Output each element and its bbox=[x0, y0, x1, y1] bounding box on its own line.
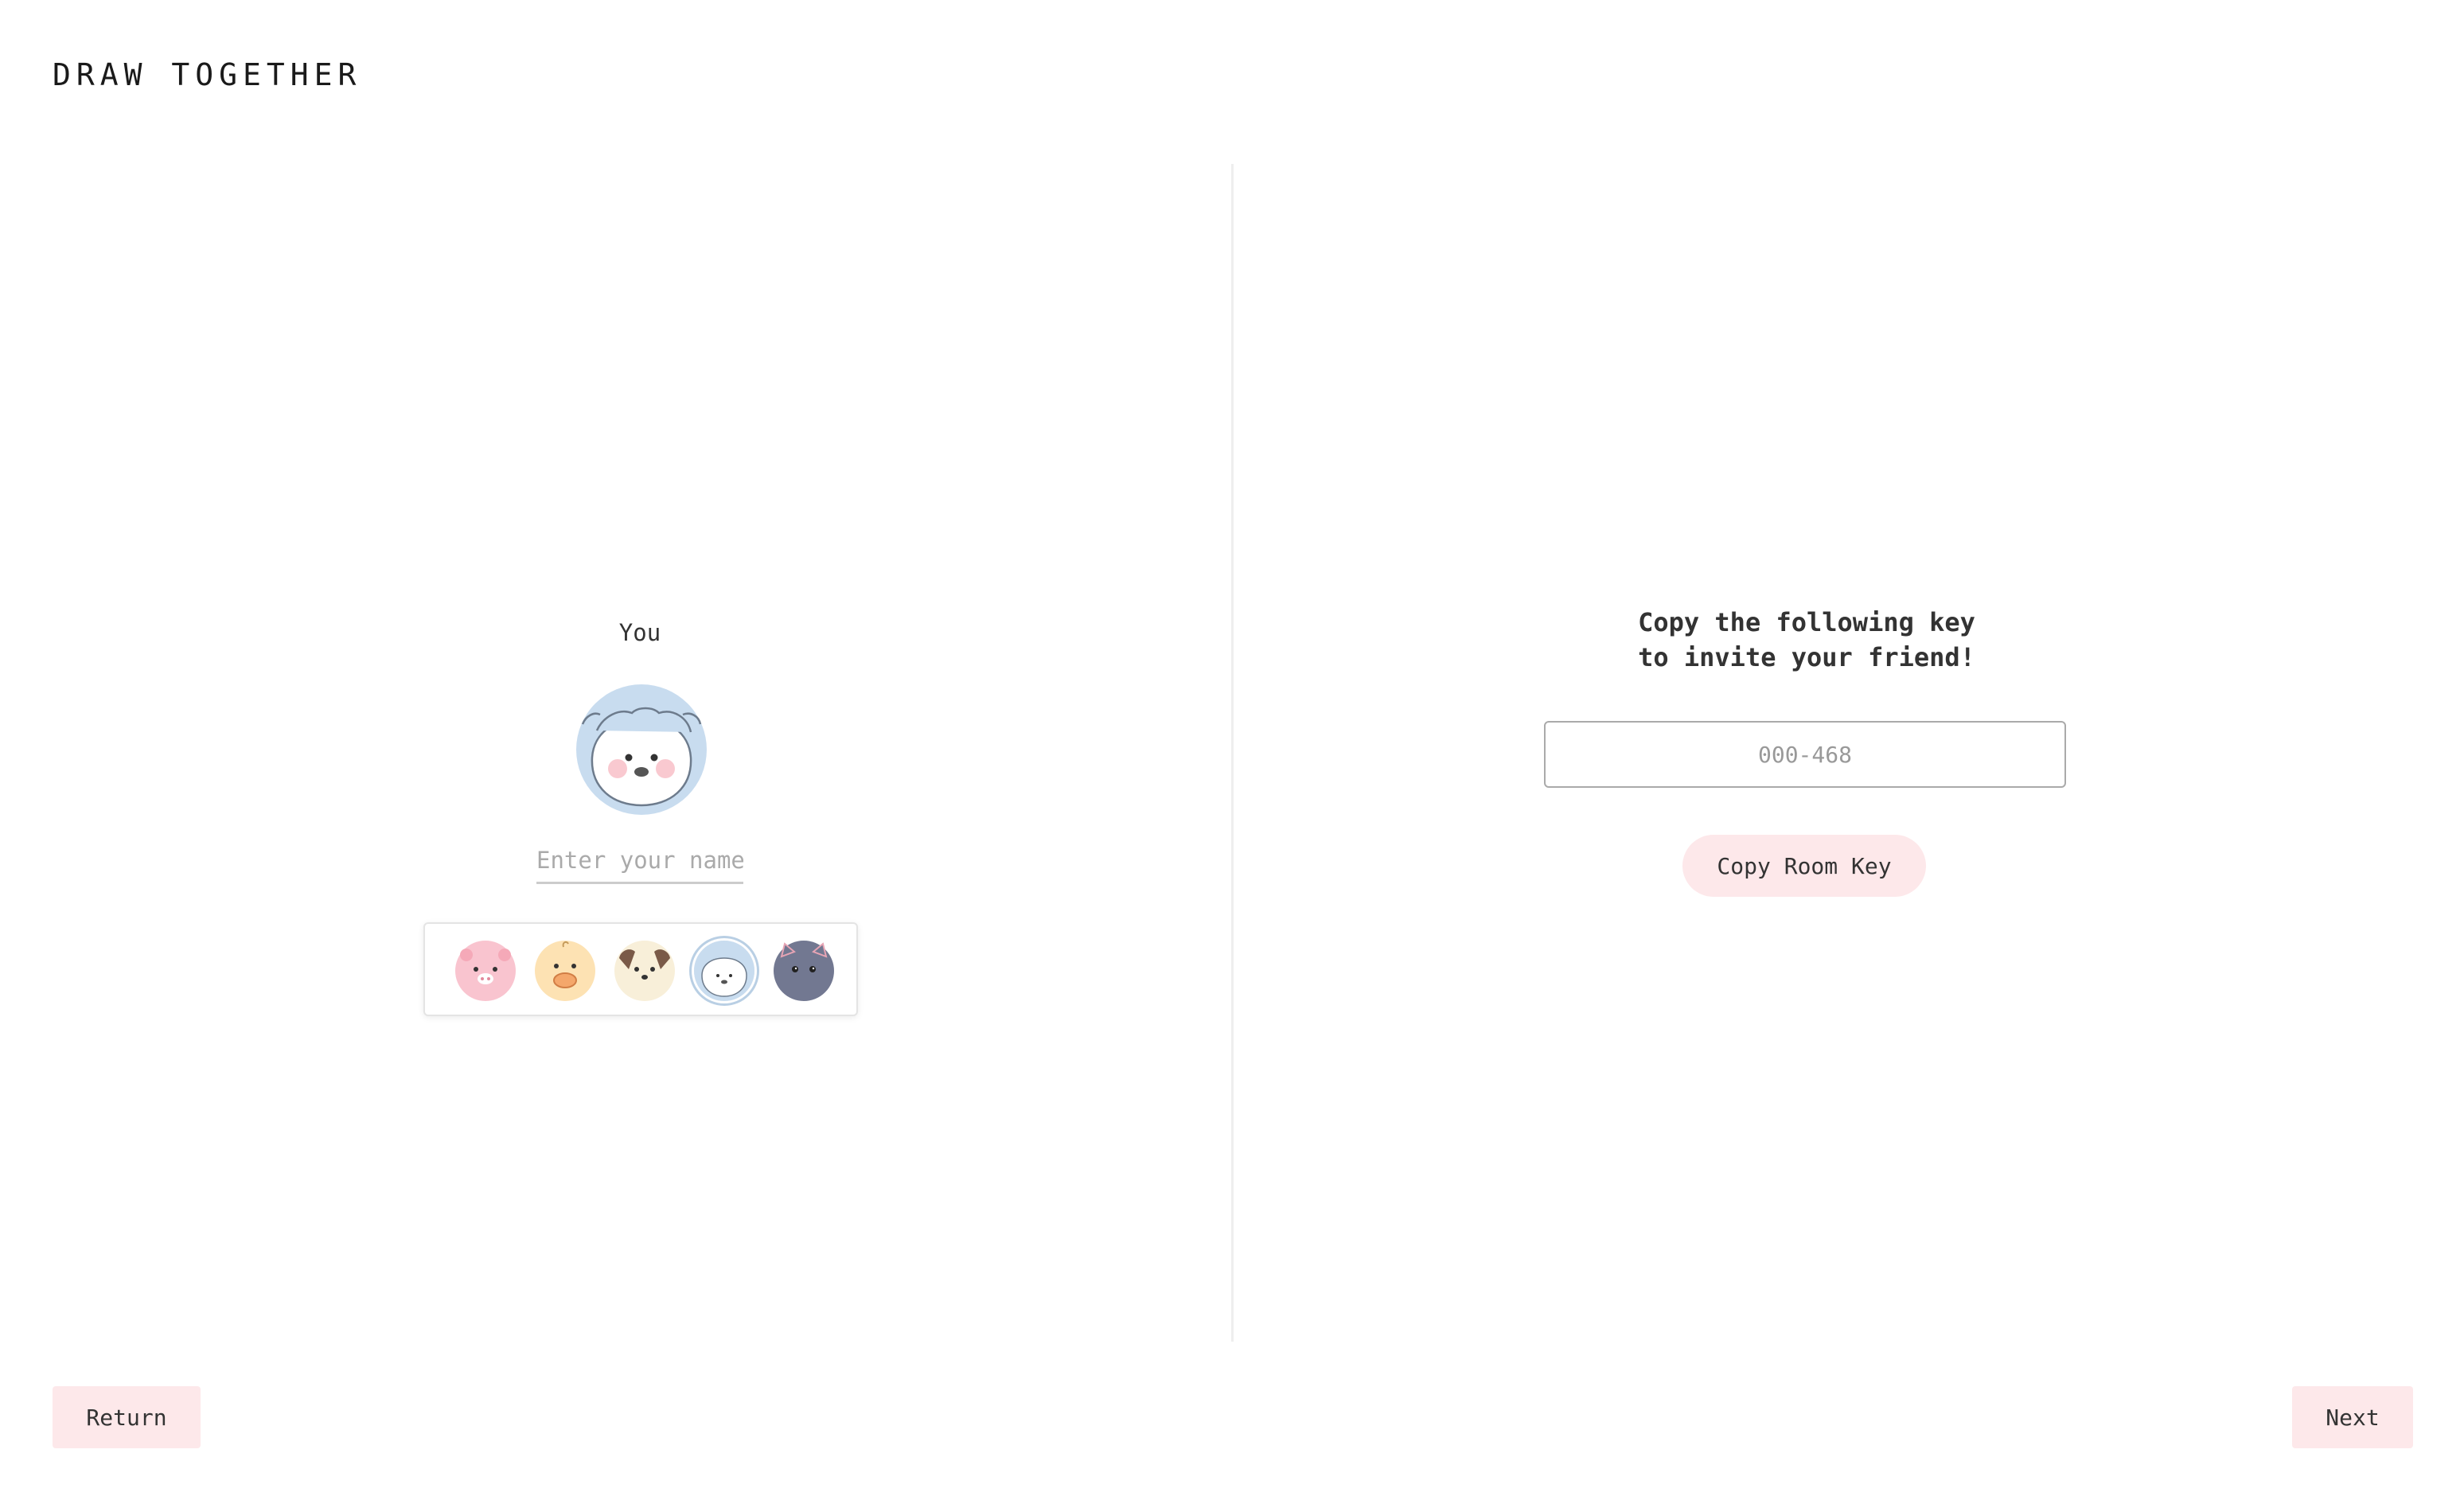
invite-heading-line1: Copy the following key bbox=[1638, 607, 1975, 637]
sheep-avatar-icon bbox=[694, 941, 754, 1001]
next-button[interactable]: Next bbox=[2292, 1386, 2413, 1448]
invite-heading-line2: to invite your friend! bbox=[1638, 642, 1975, 672]
puppy-avatar-icon bbox=[614, 941, 675, 1001]
panel-divider bbox=[1231, 164, 1234, 1342]
avatar-option-cat[interactable] bbox=[774, 941, 834, 1001]
chick-avatar-icon bbox=[535, 941, 595, 1001]
name-input[interactable] bbox=[536, 839, 743, 884]
avatar-option-sheep[interactable] bbox=[694, 941, 754, 1001]
copy-room-key-button[interactable]: Copy Room Key bbox=[1682, 835, 1926, 897]
pig-avatar-icon bbox=[455, 941, 516, 1001]
avatar-option-chick[interactable] bbox=[535, 941, 595, 1001]
avatar-option-puppy[interactable] bbox=[614, 941, 675, 1001]
invite-heading: Copy the following key to invite your fr… bbox=[1488, 605, 2125, 675]
cat-avatar-icon bbox=[774, 941, 834, 1001]
player-label: You bbox=[618, 619, 661, 646]
avatar-picker bbox=[423, 922, 858, 1016]
return-button[interactable]: Return bbox=[53, 1386, 201, 1448]
sheep-avatar-icon bbox=[576, 684, 707, 815]
room-key-field[interactable] bbox=[1544, 721, 2066, 788]
avatar-option-pig[interactable] bbox=[455, 941, 516, 1001]
selected-avatar bbox=[576, 684, 707, 815]
app-title: DRAW TOGETHER bbox=[53, 57, 362, 92]
